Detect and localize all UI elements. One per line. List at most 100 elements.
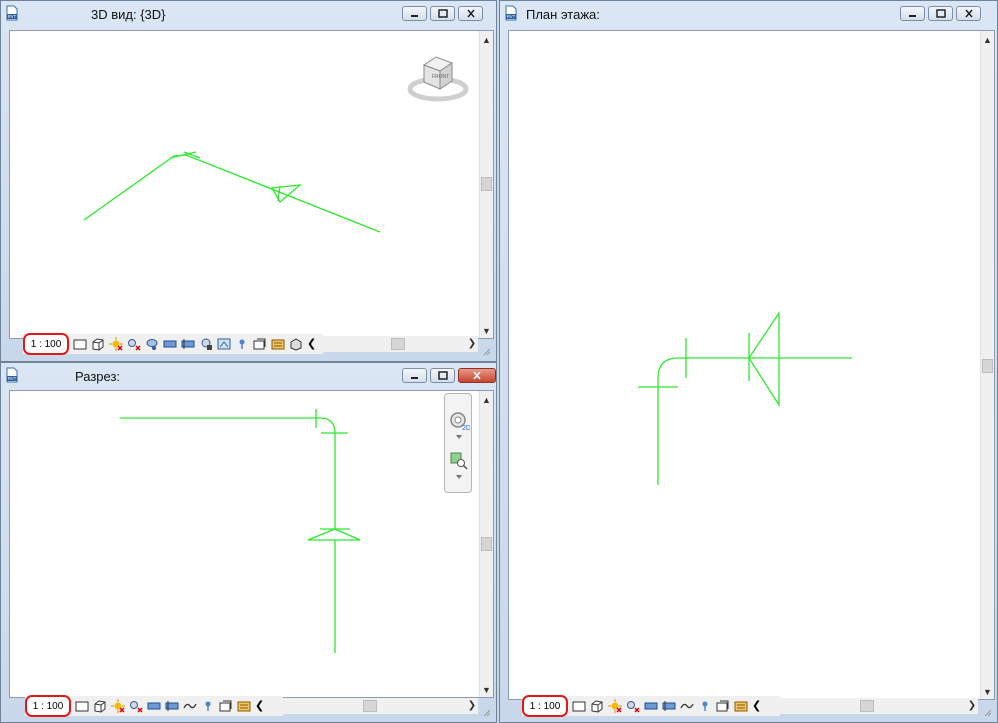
highlight-displacement-icon[interactable] <box>289 337 303 351</box>
render-icon[interactable] <box>145 337 159 351</box>
scroll-down-icon[interactable]: ▼ <box>480 683 493 697</box>
scroll-up-icon[interactable]: ▲ <box>480 33 493 47</box>
dropdown-arrow-icon[interactable] <box>455 434 463 440</box>
close-button[interactable] <box>956 6 981 21</box>
view-canvas-section[interactable]: 2D ▲ ▼ <box>9 390 494 698</box>
reveal-hidden-icon[interactable] <box>698 699 712 713</box>
hide-elements-icon[interactable] <box>680 699 694 713</box>
horizontal-scrollbar[interactable]: ❯ <box>780 698 978 714</box>
scroll-thumb[interactable] <box>481 537 492 551</box>
show-crop-region-icon[interactable] <box>165 699 179 713</box>
hscroll-thumb[interactable] <box>363 700 377 712</box>
vertical-scrollbar[interactable]: ▲ ▼ <box>980 31 994 699</box>
resize-grip-icon[interactable] <box>981 706 993 718</box>
analysis-display-icon[interactable] <box>734 699 748 713</box>
restore-button[interactable] <box>430 6 455 21</box>
navbar-2d-label: 2D <box>462 425 470 432</box>
view-control-bar: 1 : 100 ❮ <box>23 333 323 355</box>
shadows-icon[interactable] <box>129 699 143 713</box>
resize-grip-icon[interactable] <box>480 345 492 357</box>
minimize-button[interactable] <box>402 6 427 21</box>
app-icon-text: RVT <box>8 14 17 19</box>
shadows-icon[interactable] <box>626 699 640 713</box>
restore-button[interactable] <box>928 6 953 21</box>
scroll-up-icon[interactable]: ▲ <box>480 393 493 407</box>
scroll-down-icon[interactable]: ▼ <box>981 685 994 699</box>
scroll-down-icon[interactable]: ▼ <box>480 324 493 338</box>
scroll-right-icon[interactable]: ❯ <box>466 698 478 714</box>
viewcube-face-label: FRONT <box>432 74 449 80</box>
restore-button[interactable] <box>430 368 455 383</box>
hscroll-thumb[interactable] <box>391 338 405 350</box>
scroll-right-icon[interactable]: ❯ <box>966 698 978 714</box>
detail-level-icon[interactable] <box>73 337 87 351</box>
crop-view-icon[interactable] <box>644 699 658 713</box>
temporary-properties-icon[interactable] <box>253 337 267 351</box>
shadows-icon[interactable] <box>127 337 141 351</box>
titlebar-section[interactable]: RVT Разрез: <box>1 363 496 389</box>
temporary-properties-icon[interactable] <box>219 699 233 713</box>
crop-view-icon[interactable] <box>163 337 177 351</box>
temporary-hide-icon[interactable] <box>217 337 231 351</box>
scroll-left-icon[interactable]: ❮ <box>307 337 321 351</box>
revit-file-icon[interactable]: RVT <box>4 5 20 21</box>
navigation-bar[interactable]: 2D <box>444 393 472 493</box>
close-button[interactable] <box>458 368 496 383</box>
scroll-right-icon[interactable]: ❯ <box>466 336 478 352</box>
restore-icon <box>437 371 448 380</box>
crop-view-icon[interactable] <box>147 699 161 713</box>
lock-3d-view-icon[interactable] <box>199 337 213 351</box>
window-3d-view: RVT 3D вид: {3D} FRONT ▲ ▼ 1: 100 ❮ ❯ <box>0 0 497 362</box>
visual-style-icon[interactable] <box>590 699 604 713</box>
revit-file-icon[interactable]: RVT <box>503 5 519 21</box>
zoom-region-icon[interactable] <box>450 452 468 470</box>
minimize-button[interactable] <box>402 368 427 383</box>
temporary-properties-icon[interactable] <box>716 699 730 713</box>
window-section: RVT Разрез: 2 ▲ ▼ 1: 100 ❮ ❯ <box>0 362 497 723</box>
view-canvas-3d[interactable]: FRONT ▲ ▼ <box>9 30 494 339</box>
steering-wheel-icon[interactable]: 2D <box>448 410 470 432</box>
horizontal-scrollbar[interactable]: ❯ <box>283 698 478 714</box>
scroll-left-icon[interactable]: ❮ <box>255 699 269 713</box>
scale-selector[interactable]: 1 : 100 <box>23 333 69 355</box>
visual-style-icon[interactable] <box>93 699 107 713</box>
reveal-hidden-icon[interactable] <box>235 337 249 351</box>
analysis-display-icon[interactable] <box>271 337 285 351</box>
revit-file-icon[interactable]: RVT <box>4 367 20 383</box>
restore-icon <box>437 9 448 18</box>
scroll-left-icon[interactable]: ❮ <box>752 699 766 713</box>
detail-level-icon[interactable] <box>75 699 89 713</box>
show-crop-region-icon[interactable] <box>181 337 195 351</box>
close-button[interactable] <box>458 6 483 21</box>
reveal-hidden-icon[interactable] <box>201 699 215 713</box>
scroll-up-icon[interactable]: ▲ <box>981 33 994 47</box>
titlebar-3d-view[interactable]: RVT 3D вид: {3D} <box>1 1 496 27</box>
analysis-display-icon[interactable] <box>237 699 251 713</box>
scroll-thumb[interactable] <box>982 359 993 373</box>
dropdown-arrow-icon[interactable] <box>455 474 463 480</box>
close-icon <box>964 9 973 18</box>
detail-level-icon[interactable] <box>572 699 586 713</box>
vertical-scrollbar[interactable]: ▲ ▼ <box>479 391 493 697</box>
sun-path-icon[interactable] <box>111 699 125 713</box>
horizontal-scrollbar[interactable]: ❯ <box>323 336 478 352</box>
sun-path-icon[interactable] <box>109 337 123 351</box>
minimize-button[interactable] <box>900 6 925 21</box>
hide-elements-icon[interactable] <box>183 699 197 713</box>
scroll-thumb[interactable] <box>481 177 492 191</box>
scale-selector[interactable]: 1 : 100 <box>522 695 568 717</box>
show-crop-region-icon[interactable] <box>662 699 676 713</box>
window-title: План этажа: <box>526 7 600 22</box>
app-icon-text: RVT <box>8 376 17 381</box>
scale-selector[interactable]: 1 : 100 <box>25 695 71 717</box>
viewcube-icon[interactable]: FRONT <box>406 51 470 105</box>
view-control-bar: 1 : 100 ❮ <box>522 695 780 717</box>
view-canvas-plan[interactable]: ▲ ▼ <box>508 30 995 700</box>
hscroll-thumb[interactable] <box>860 700 874 712</box>
sun-path-icon[interactable] <box>608 699 622 713</box>
window-title: Разрез: <box>75 369 121 384</box>
vertical-scrollbar[interactable]: ▲ ▼ <box>479 31 493 338</box>
visual-style-icon[interactable] <box>91 337 105 351</box>
resize-grip-icon[interactable] <box>480 706 492 718</box>
titlebar-floor-plan[interactable]: RVT План этажа: <box>500 1 997 27</box>
